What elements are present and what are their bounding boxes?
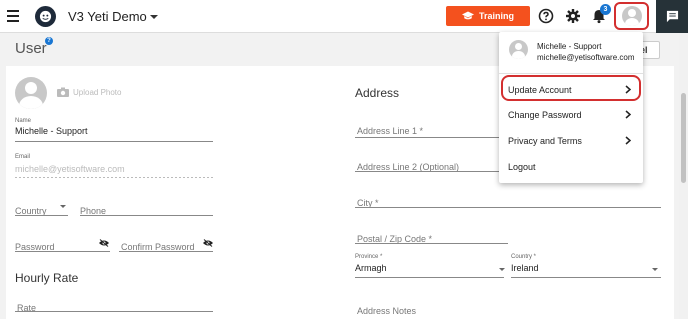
- eye-off-icon[interactable]: [203, 239, 213, 247]
- account-dropdown-menu: Michelle - Support michelle@yetisoftware…: [499, 32, 643, 183]
- upload-photo-link[interactable]: Upload Photo: [73, 88, 121, 97]
- help-circle-icon[interactable]: [538, 8, 554, 24]
- profile-photo-avatar[interactable]: [15, 77, 47, 109]
- menu-user-email: michelle@yetisoftware.com: [537, 53, 635, 62]
- phone-field[interactable]: Phone: [80, 201, 106, 219]
- help-badge-icon[interactable]: ?: [45, 37, 53, 45]
- address-line1-underline: [355, 137, 501, 138]
- address-line2-underline: [355, 171, 501, 172]
- camera-icon[interactable]: [57, 87, 69, 97]
- country-caret-down-icon[interactable]: [652, 268, 658, 271]
- province-value: Armagh: [355, 263, 387, 273]
- name-field[interactable]: Name Michelle - Support: [15, 118, 88, 136]
- training-button[interactable]: Training: [446, 6, 530, 26]
- province-caret-down-icon[interactable]: [499, 268, 505, 271]
- avatar: [509, 40, 528, 59]
- menu-item-label: Change Password: [508, 110, 582, 120]
- chevron-right-icon: [625, 136, 631, 145]
- caret-down-icon[interactable]: [150, 15, 158, 19]
- menu-icon[interactable]: [7, 10, 19, 22]
- city-field[interactable]: City *: [357, 193, 379, 211]
- account-avatar-button[interactable]: [614, 2, 649, 30]
- top-bar: V3 Yeti Demo Training 3: [0, 0, 688, 33]
- country-address-select[interactable]: Country * Ireland: [511, 254, 539, 273]
- name-value[interactable]: Michelle - Support: [15, 126, 88, 136]
- page-scrollbar[interactable]: [679, 33, 688, 319]
- phone-underline: [80, 215, 213, 216]
- country-select[interactable]: Country: [15, 201, 47, 219]
- confirm-password-underline: [119, 251, 213, 252]
- graduation-cap-icon: [461, 11, 474, 20]
- city-underline: [355, 207, 661, 208]
- menu-item-change-password[interactable]: Change Password: [499, 102, 643, 128]
- address-title: Address: [355, 86, 400, 100]
- logo-mark: [39, 10, 52, 23]
- menu-item-label: Privacy and Terms: [508, 136, 582, 146]
- email-underline: [15, 177, 213, 178]
- country-address-label: Country *: [511, 254, 537, 260]
- avatar-icon: [621, 6, 642, 26]
- address-line1-placeholder: Address Line 1 *: [357, 126, 424, 136]
- province-label: Province *: [355, 254, 383, 260]
- yeti-logo-icon: [35, 6, 56, 27]
- postal-code-field[interactable]: Postal / Zip Code *: [357, 229, 432, 247]
- menu-item-logout[interactable]: Logout: [499, 154, 643, 180]
- province-underline: [355, 277, 504, 278]
- address-notes-field[interactable]: Address Notes: [357, 301, 416, 319]
- confirm-password-field[interactable]: Confirm Password: [121, 237, 195, 255]
- name-label: Name: [15, 118, 32, 124]
- hourly-rate-title: Hourly Rate: [15, 271, 79, 285]
- notification-badge: 3: [600, 4, 611, 15]
- rate-underline: [15, 311, 213, 312]
- country-address-underline: [511, 277, 661, 278]
- menu-item-label: Logout: [508, 162, 536, 172]
- page-title: User: [15, 40, 47, 57]
- menu-item-privacy-and-terms[interactable]: Privacy and Terms: [499, 128, 643, 154]
- update-account-highlight: [501, 75, 641, 101]
- password-underline: [15, 251, 110, 252]
- gear-icon[interactable]: [565, 8, 581, 24]
- password-field[interactable]: Password: [15, 237, 55, 255]
- chat-icon: [666, 10, 678, 23]
- email-label: Email: [15, 154, 31, 160]
- name-underline: [15, 141, 213, 142]
- country-underline: [15, 215, 68, 216]
- app-name[interactable]: V3 Yeti Demo: [68, 9, 147, 24]
- postal-code-underline: [355, 243, 508, 244]
- menu-user-header: Michelle - Support michelle@yetisoftware…: [499, 32, 643, 74]
- rate-field[interactable]: Rate: [17, 298, 36, 316]
- email-value: michelle@yetisoftware.com: [15, 164, 125, 174]
- chat-button[interactable]: [656, 0, 688, 33]
- menu-user-name: Michelle - Support: [537, 42, 602, 51]
- address-notes-placeholder: Address Notes: [357, 306, 417, 316]
- country-address-value: Ireland: [511, 263, 539, 273]
- training-label: Training: [478, 11, 514, 21]
- country-caret-down-icon[interactable]: [60, 205, 66, 208]
- address-line2-field[interactable]: Address Line 2 (Optional): [357, 157, 459, 175]
- province-select[interactable]: Province * Armagh: [355, 254, 387, 273]
- eye-off-icon[interactable]: [99, 239, 109, 247]
- email-field: Email michelle@yetisoftware.com: [15, 154, 125, 174]
- chevron-right-icon: [625, 110, 631, 119]
- scrollbar-thumb[interactable]: [681, 93, 686, 183]
